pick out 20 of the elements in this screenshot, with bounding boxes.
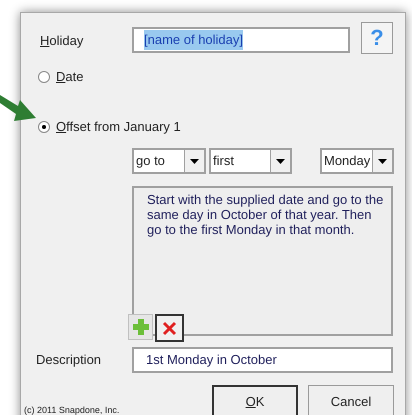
radio-option[interactable]: Date — [38, 67, 84, 87]
caret-icon — [270, 150, 290, 172]
dropdown[interactable]: go to — [132, 148, 206, 174]
radio-option[interactable]: Offset from January 1 — [38, 117, 181, 137]
description-field[interactable]: 1st Monday in October — [132, 347, 393, 373]
caret-icon — [184, 150, 204, 172]
plus-icon — [132, 319, 148, 335]
holiday-label: Holiday — [39, 32, 84, 50]
dropdown[interactable]: first — [209, 148, 292, 174]
delete-button[interactable] — [155, 314, 184, 342]
caret-icon — [372, 150, 392, 172]
dialog-button[interactable]: Cancel — [308, 385, 394, 415]
explanation-text: Start with the supplied date and go to the same day in October of that year. Then go to the first Monday in that month. — [147, 192, 384, 237]
dropdown[interactable]: Monday — [320, 148, 394, 174]
close-icon — [162, 320, 177, 336]
copyright-text: (c) 2011 Snapdone, Inc. — [24, 404, 120, 415]
holiday-field[interactable]: [name of holiday] — [132, 27, 350, 53]
holiday-value: [name of holiday] — [144, 30, 244, 50]
dialog-button[interactable]: OK — [212, 385, 298, 415]
description-label: Description — [35, 351, 102, 370]
